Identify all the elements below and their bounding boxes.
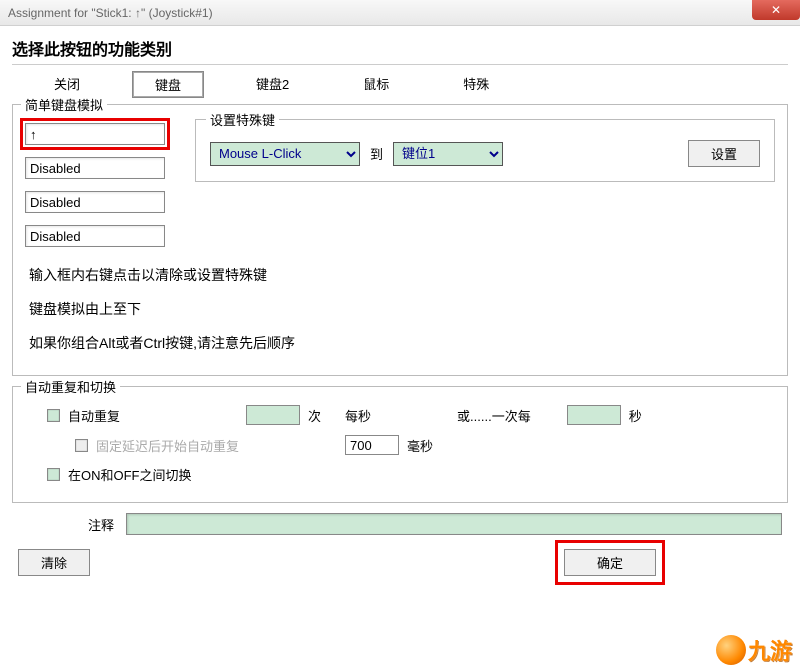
times-input[interactable]: [246, 405, 300, 425]
comment-label: 注释: [88, 515, 114, 534]
delay-ms-input[interactable]: [345, 435, 399, 455]
fixed-delay-label: 固定延迟后开始自动重复: [96, 436, 239, 455]
special-keys-legend: 设置特殊键: [206, 110, 279, 129]
key-slot-4[interactable]: [25, 225, 165, 247]
autorepeat-legend: 自动重复和切换: [21, 377, 120, 396]
persec-label: 每秒: [345, 406, 371, 425]
comment-input[interactable]: [126, 513, 782, 535]
tab-keyboard[interactable]: 键盘: [132, 71, 204, 98]
ms-label: 毫秒: [407, 436, 433, 455]
autorepeat-checkbox[interactable]: [47, 409, 60, 422]
to-label: 到: [370, 144, 383, 163]
tab-special[interactable]: 特殊: [441, 71, 511, 98]
set-button[interactable]: 设置: [688, 140, 760, 167]
key-slot-2[interactable]: [25, 157, 165, 179]
tab-keyboard2[interactable]: 键盘2: [234, 71, 311, 98]
window-close-button[interactable]: ✕: [752, 0, 800, 20]
hint-line-1: 输入框内右键点击以清除或设置特殊键: [29, 265, 775, 285]
simple-keyboard-group: 简单键盘模拟 设置特殊键 Mouse L-Click 到 键位1: [12, 104, 788, 376]
watermark-text: 九游: [748, 634, 792, 666]
key-slot-3[interactable]: [25, 191, 165, 213]
toggle-label: 在ON和OFF之间切换: [68, 465, 192, 484]
fixed-delay-checkbox: [75, 439, 88, 452]
hint-line-3: 如果你组合Alt或者Ctrl按键,请注意先后顺序: [29, 333, 775, 353]
seconds-label: 秒: [629, 406, 642, 425]
tab-bar: 关闭 键盘 键盘2 鼠标 特殊: [32, 71, 788, 98]
autorepeat-label: 自动重复: [68, 406, 120, 425]
times-label: 次: [308, 406, 321, 425]
watermark-logo: 九游: [716, 634, 792, 666]
divider: [12, 64, 788, 65]
hint-line-2: 键盘模拟由上至下: [29, 299, 775, 319]
toggle-checkbox[interactable]: [47, 468, 60, 481]
special-key-select[interactable]: Mouse L-Click: [210, 142, 360, 166]
close-icon: ✕: [771, 3, 781, 17]
slot-target-select[interactable]: 键位1: [393, 142, 503, 166]
ok-button[interactable]: 确定: [564, 549, 656, 576]
window-title: Assignment for "Stick1: ↑" (Joystick#1): [8, 6, 213, 20]
key-slot-1[interactable]: [25, 123, 165, 145]
jiuyou-icon: [716, 635, 746, 665]
seconds-input[interactable]: [567, 405, 621, 425]
titlebar: Assignment for "Stick1: ↑" (Joystick#1) …: [0, 0, 800, 26]
special-keys-group: 设置特殊键 Mouse L-Click 到 键位1 设置: [195, 119, 775, 182]
clear-button[interactable]: 清除: [18, 549, 90, 576]
tab-mouse[interactable]: 鼠标: [341, 71, 411, 98]
autorepeat-group: 自动重复和切换 自动重复 次 每秒 或......一次每 秒 固定延迟后开始自动…: [12, 386, 788, 503]
tab-close[interactable]: 关闭: [32, 71, 102, 98]
or-every-label: 或......一次每: [457, 406, 531, 425]
page-heading: 选择此按钮的功能类别: [12, 36, 788, 60]
simple-keyboard-legend: 简单键盘模拟: [21, 95, 107, 114]
